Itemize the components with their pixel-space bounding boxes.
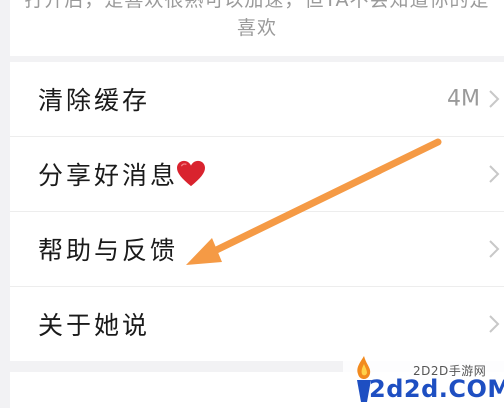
top-note: 打开后，是喜欢很熟可以加速，但TA不会知道你的是 喜欢 xyxy=(10,0,504,42)
clear-cache-label: 清除缓存 xyxy=(38,86,151,115)
settings-list: 清除缓存 4M 分享好消息 帮助与反馈 关于她说 xyxy=(10,62,504,361)
help-feedback-label: 帮助与反馈 xyxy=(38,236,179,265)
watermark-big-text: 2d2d.COM xyxy=(369,375,504,403)
chevron-right-icon xyxy=(489,315,500,333)
share-label-text: 分享好消息 xyxy=(38,161,179,190)
settings-screen: 打开后，是喜欢很熟可以加速，但TA不会知道你的是 喜欢 清除缓存 4M 分享好消… xyxy=(0,0,504,408)
settings-row-share[interactable]: 分享好消息 xyxy=(10,137,504,212)
settings-row-clear-cache[interactable]: 清除缓存 4M xyxy=(10,62,504,137)
share-label: 分享好消息 xyxy=(38,156,206,192)
top-note-line2: 喜欢 xyxy=(236,17,277,39)
top-note-line1: 打开后，是喜欢很熟可以加速，但TA不会知道你的是 xyxy=(24,0,490,11)
settings-row-help-feedback[interactable]: 帮助与反馈 xyxy=(10,212,504,287)
chevron-right-icon xyxy=(489,165,500,183)
heart-icon xyxy=(177,160,206,187)
about-label: 关于她说 xyxy=(38,311,151,340)
watermark: 2D2D手游网 2d2d.COM xyxy=(343,350,504,408)
cache-size-value: 4M xyxy=(447,86,480,112)
chevron-right-icon xyxy=(489,240,500,258)
chevron-right-icon xyxy=(489,90,500,108)
